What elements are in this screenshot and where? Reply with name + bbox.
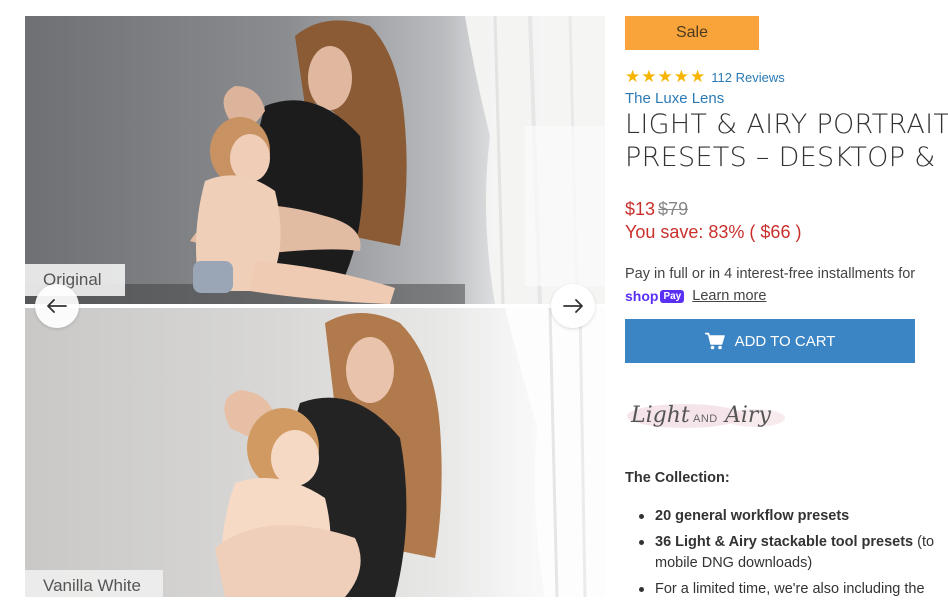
feature-text: (to (913, 534, 935, 550)
shoppay-pay-badge: Pay (660, 289, 685, 303)
compare-price: $79 (658, 199, 689, 219)
shoppay-row: shop Pay Learn more (625, 288, 766, 304)
star-icon: ★ (673, 67, 689, 87)
arrow-left-icon (47, 299, 67, 313)
gallery-prev-button[interactable] (35, 284, 79, 328)
savings-text: You save: 83% ( $66 ) (625, 222, 802, 242)
feature-bold: 36 Light & Airy stackable tool presets (655, 534, 914, 550)
sale-price: $13 (625, 199, 656, 219)
cart-icon (704, 332, 725, 350)
product-title: LIGHT & AIRY PORTRAIT PRESETS – DESKTOP … (625, 108, 948, 174)
reviews-link[interactable]: 112 Reviews (711, 70, 784, 85)
product-rating[interactable]: ★ ★ ★ ★ ★ 112 Reviews (625, 69, 785, 86)
sale-badge: Sale (625, 16, 759, 50)
svg-text:Light: Light (630, 403, 690, 428)
gallery-image-vanilla-white[interactable]: Vanilla White (25, 308, 605, 597)
price-line: $13 $79 (625, 199, 688, 220)
list-item: 20 general workflow presets (637, 506, 948, 527)
star-icon: ★ (641, 67, 657, 87)
star-icon: ★ (625, 67, 641, 87)
installments-text: Pay in full or in 4 interest-free instal… (625, 266, 916, 282)
gallery-image-original[interactable]: Original (25, 16, 605, 304)
product-info: Sale ★ ★ ★ ★ ★ 112 Reviews The Luxe Lens… (625, 16, 948, 606)
add-to-cart-button[interactable]: ADD TO CART (625, 319, 915, 363)
feature-bold: 20 general workflow presets (655, 508, 850, 524)
photo-original-illustration (25, 16, 605, 304)
list-item: 36 Light & Airy stackable tool presets (… (637, 532, 948, 574)
photo-vanilla-white-illustration (215, 308, 605, 597)
light-and-airy-logo: Light AND Airy (627, 403, 785, 428)
svg-text:AND: AND (693, 413, 718, 425)
shoppay-word: shop (625, 288, 659, 304)
image-label-vanilla-white: Vanilla White (25, 570, 163, 597)
arrow-right-icon (563, 299, 583, 313)
product-gallery: Original Vanilla White (25, 16, 605, 597)
svg-text:Airy: Airy (723, 403, 771, 428)
learn-more-link[interactable]: Learn more (692, 288, 766, 304)
product-title-line-2: PRESETS – DESKTOP & (625, 142, 936, 173)
product-title-line-1: LIGHT & AIRY PORTRAIT (625, 109, 948, 140)
feature-list: 20 general workflow presets 36 Light & A… (637, 506, 948, 605)
feature-text: For a limited time, we're also including… (655, 581, 925, 597)
feature-text-continued: mobile DNG downloads) (655, 555, 813, 571)
collection-heading: The Collection: (625, 470, 730, 486)
add-to-cart-label: ADD TO CART (734, 332, 836, 350)
vendor-link[interactable]: The Luxe Lens (625, 90, 724, 107)
rating-stars: ★ ★ ★ ★ ★ (625, 69, 705, 86)
shoppay-logo: shop Pay (625, 288, 685, 304)
list-item: For a limited time, we're also including… (637, 579, 948, 600)
gallery-next-button[interactable] (551, 284, 595, 328)
star-icon: ★ (657, 67, 673, 87)
star-icon: ★ (690, 67, 706, 87)
